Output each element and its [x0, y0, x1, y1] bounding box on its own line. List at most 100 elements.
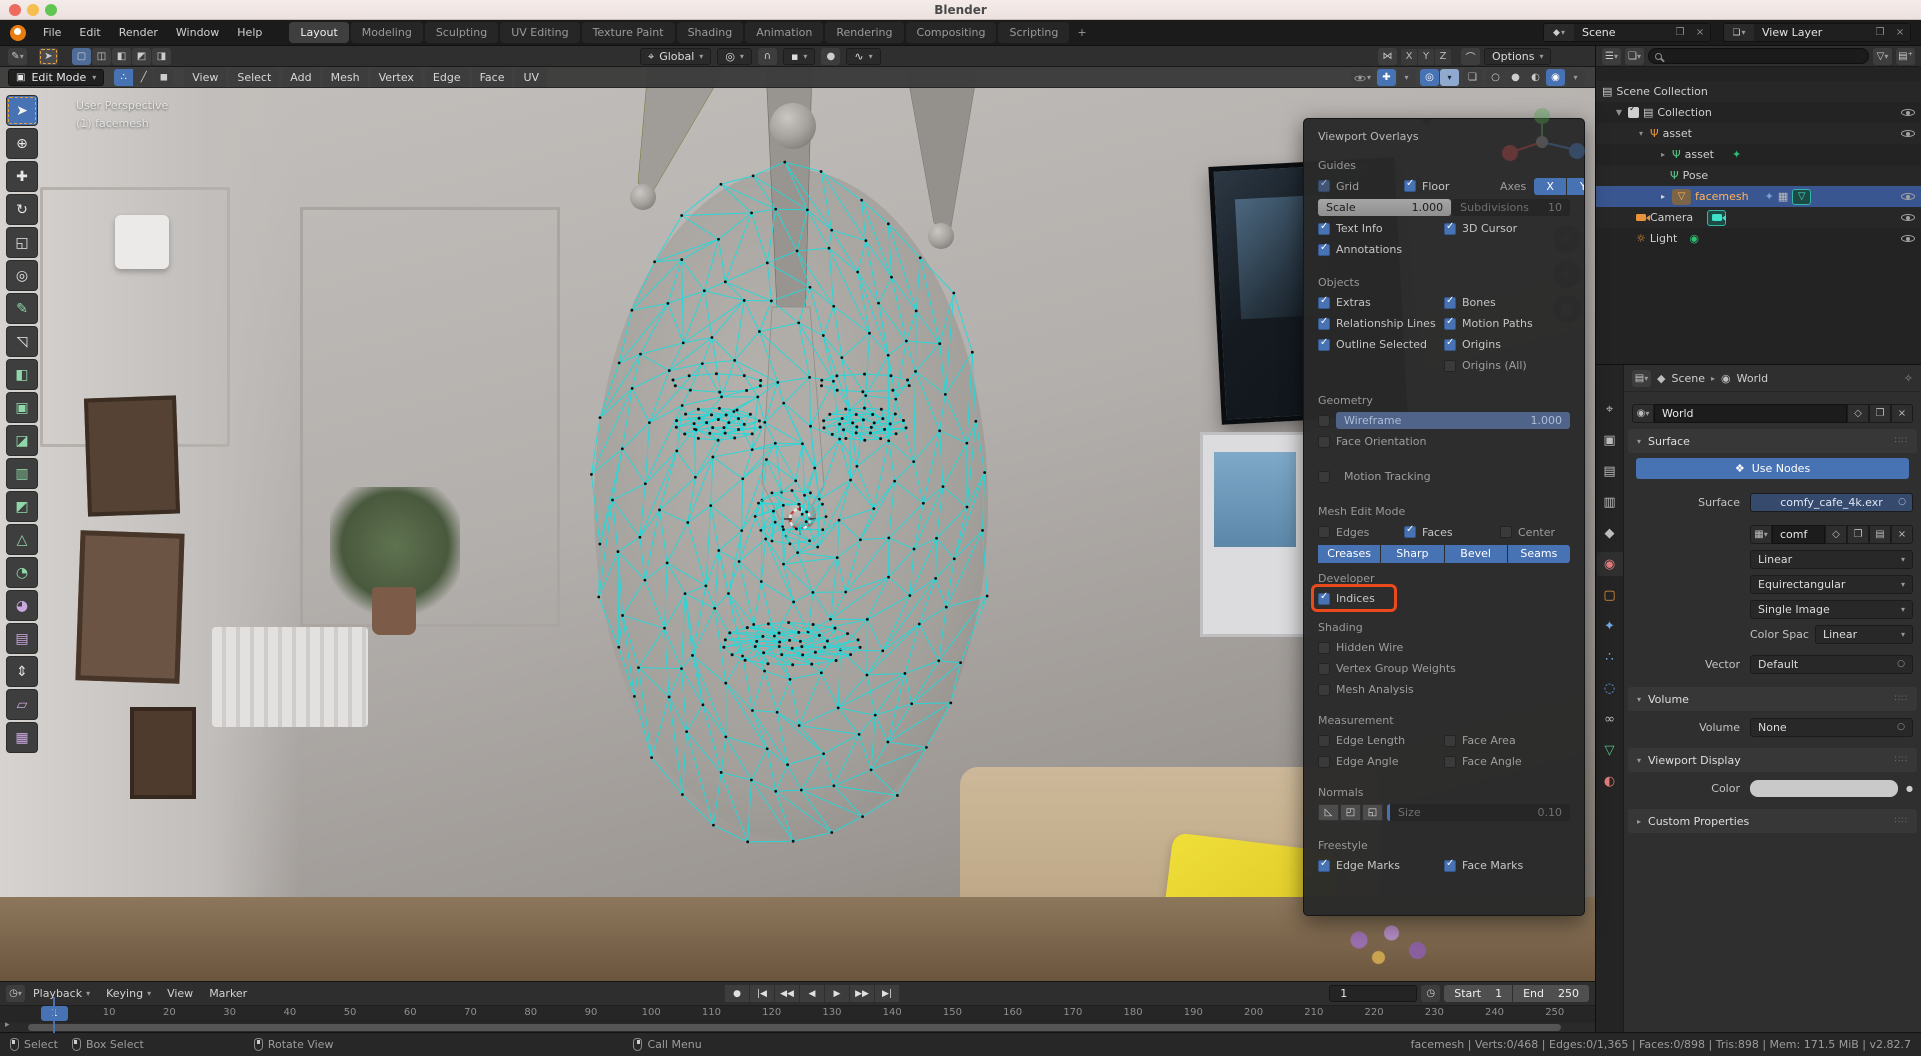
collection-checkbox[interactable]	[1628, 107, 1639, 118]
scene-selector[interactable]: ◆▾ Scene ❐ ×	[1543, 23, 1711, 42]
motion-paths-checkbox[interactable]: Motion Paths	[1444, 313, 1570, 334]
filter-dropdown[interactable]: ▽▾	[1873, 48, 1892, 65]
viewport-menu[interactable]: Face	[472, 68, 513, 87]
properties-tab[interactable]: ▤	[1597, 459, 1623, 483]
browse-image-icon[interactable]: ▦▾	[1750, 525, 1772, 544]
viewport-menu[interactable]: View	[184, 68, 226, 87]
shading-wireframe-icon[interactable]: ○	[1486, 69, 1505, 86]
properties-tab[interactable]: ▢	[1597, 583, 1623, 607]
outliner-row-collection[interactable]: ▼ ▤ Collection	[1596, 102, 1921, 123]
image-source-dropdown[interactable]: Single Image▾	[1750, 600, 1913, 619]
viewport-tool-button[interactable]: △	[6, 524, 38, 555]
shading-dropdown-icon[interactable]: ▾	[1566, 69, 1585, 86]
workspace-tab[interactable]: Sculpting	[425, 22, 498, 43]
gizmo-toggle-icon[interactable]: ✚	[1377, 69, 1396, 86]
viewport-menu[interactable]: UV	[515, 68, 547, 87]
menubar-menu[interactable]: Window	[167, 23, 228, 42]
outliner-row-light[interactable]: ☼ Light ◉	[1596, 228, 1921, 249]
viewport-tool-button[interactable]: ▦	[6, 722, 38, 753]
viewport-menu[interactable]: Mesh	[323, 68, 368, 87]
start-frame-field[interactable]: Start1	[1444, 985, 1512, 1002]
scene-name[interactable]: Scene	[1574, 26, 1670, 39]
select-mode-invert-icon[interactable]: ◩	[132, 48, 151, 65]
copy-image-icon[interactable]: ❐	[1847, 525, 1869, 544]
mesh-edit-flag-button[interactable]: Seams	[1508, 545, 1570, 563]
playback-button[interactable]: ◀◀	[775, 985, 799, 1002]
close-window-icon[interactable]	[9, 4, 21, 16]
active-tool-icon[interactable]: ➤	[39, 48, 58, 65]
fake-user-icon[interactable]: ◇	[1825, 525, 1847, 544]
workspace-tab[interactable]: Modeling	[351, 22, 423, 43]
playback-button[interactable]: ▶▶	[850, 985, 874, 1002]
color-space-dropdown[interactable]: Linear▾	[1815, 625, 1913, 644]
timeline-scrollbar[interactable]	[28, 1024, 1561, 1031]
wireframe-checkbox[interactable]	[1318, 415, 1330, 427]
viewport-tool-button[interactable]: ◪	[6, 425, 38, 456]
split-normals-icon[interactable]: ◰	[1340, 804, 1361, 821]
center-checkbox[interactable]: Center	[1500, 522, 1570, 543]
custom-properties-panel-header[interactable]: ▸ Custom Properties ∷∷	[1628, 809, 1917, 833]
viewport-tool-button[interactable]: ✎	[6, 293, 38, 324]
viewport-tool-button[interactable]: ↻	[6, 194, 38, 225]
delete-scene-icon[interactable]: ×	[1690, 24, 1710, 41]
expand-icon[interactable]: ▸	[1658, 192, 1668, 201]
origins-all-checkbox[interactable]: Origins (All)	[1444, 355, 1570, 376]
fake-user-icon[interactable]: ◇	[1847, 404, 1869, 423]
snap-settings-dropdown[interactable]: ▪▾	[783, 48, 815, 65]
blender-logo-icon[interactable]	[10, 25, 26, 41]
use-nodes-button[interactable]: ❖ Use Nodes	[1636, 458, 1909, 479]
world-name-field[interactable]: World	[1654, 404, 1847, 423]
vertex-select-icon[interactable]: ∴	[114, 69, 133, 86]
display-mode-dropdown[interactable]: ☰▾	[1602, 48, 1621, 65]
viewport-tool-button[interactable]: ▤	[6, 623, 38, 654]
object-visibility-icon[interactable]: ▾	[1351, 69, 1373, 86]
camera-data-icon[interactable]	[1707, 210, 1726, 226]
mesh-edit-flag-button[interactable]: Creases	[1318, 545, 1380, 563]
face-marks-checkbox[interactable]: Face Marks	[1444, 855, 1570, 876]
current-frame-field[interactable]: 1	[1329, 985, 1417, 1002]
select-mode-new-icon[interactable]: ▢	[72, 48, 91, 65]
edges-checkbox[interactable]: Edges	[1318, 522, 1404, 543]
annotations-checkbox[interactable]: Annotations	[1304, 239, 1584, 260]
menubar-menu[interactable]: Render	[110, 23, 167, 42]
text-info-checkbox[interactable]: Text Info	[1318, 218, 1444, 239]
color-space-dropdown-main[interactable]: Linear▾	[1750, 550, 1913, 569]
viewport-menu[interactable]: Add	[282, 68, 319, 87]
hide-icon[interactable]	[1901, 211, 1915, 225]
edge-select-icon[interactable]: ╱	[134, 69, 153, 86]
vertex-normals-icon[interactable]: ◺	[1318, 804, 1339, 821]
axis-x-toggle[interactable]: X	[1534, 178, 1566, 195]
axis-y-toggle[interactable]: Y	[1567, 178, 1585, 195]
face-select-icon[interactable]: ◼	[154, 69, 173, 86]
viewport-menu[interactable]: Edge	[425, 68, 469, 87]
surface-shader-field[interactable]: comfy_cafe_4k.exr○	[1750, 493, 1913, 512]
workspace-tab[interactable]: Animation	[745, 22, 823, 43]
browse-scene-icon[interactable]: ◆▾	[1544, 24, 1574, 41]
outliner-search-input[interactable]	[1648, 48, 1869, 64]
indices-checkbox[interactable]: Indices	[1304, 588, 1584, 609]
playback-menu[interactable]: Playback▾	[25, 984, 98, 1003]
viewport-tool-button[interactable]: ▣	[6, 392, 38, 423]
viewport-tool-button[interactable]: ◎	[6, 260, 38, 291]
edge-angle-checkbox[interactable]: Edge Angle	[1318, 751, 1444, 772]
world-crumb[interactable]: World	[1737, 372, 1769, 385]
viewport-tool-button[interactable]: ◩	[6, 491, 38, 522]
playback-button[interactable]: ●	[725, 985, 749, 1002]
unlink-image-icon[interactable]: ×	[1891, 525, 1913, 544]
vertex-group-weights-checkbox[interactable]: Vertex Group Weights	[1304, 658, 1584, 679]
timeline-ruler[interactable]: 1020304050607080901001101201301401501601…	[0, 1006, 1595, 1021]
properties-tab[interactable]: ∴	[1597, 645, 1623, 669]
viewport-menu[interactable]: Select	[229, 68, 279, 87]
scene-crumb[interactable]: Scene	[1671, 372, 1705, 385]
viewport-tool-button[interactable]: ➤	[6, 95, 38, 126]
playback-button[interactable]: ▶|	[875, 985, 899, 1002]
face-orientation-checkbox[interactable]: Face Orientation	[1304, 431, 1584, 452]
new-scene-icon[interactable]: ❐	[1670, 24, 1690, 41]
faces-checkbox[interactable]: Faces	[1404, 522, 1500, 543]
properties-tab[interactable]: ⌖	[1597, 397, 1623, 421]
gizmo-dropdown-icon[interactable]: ▾	[1397, 69, 1416, 86]
unlink-datablock-icon[interactable]: ×	[1891, 404, 1913, 423]
hide-icon[interactable]	[1901, 232, 1915, 246]
viewport-menu[interactable]: Vertex	[371, 68, 422, 87]
grid-checkbox[interactable]: Grid	[1318, 176, 1404, 197]
